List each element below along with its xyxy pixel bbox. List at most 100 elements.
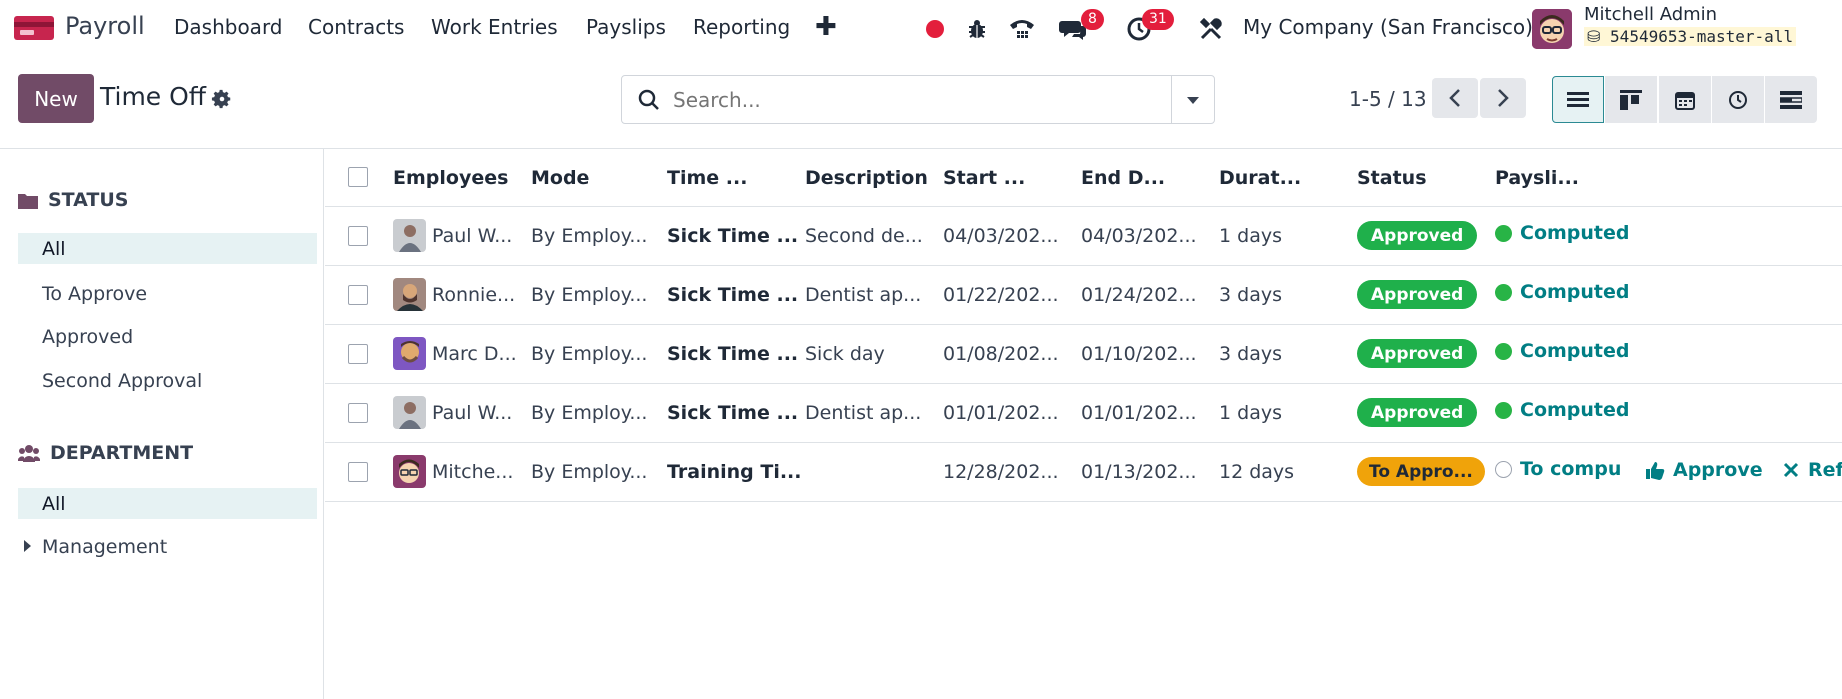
cell-time-off-type: Sick Time ... — [667, 343, 799, 365]
cell-duration: 1 days — [1219, 225, 1282, 247]
search-options-toggle[interactable] — [1171, 75, 1215, 124]
caret-down-icon — [1187, 96, 1199, 104]
messages-count-badge: 8 — [1081, 9, 1104, 30]
employee-avatar — [393, 219, 426, 252]
employee-avatar — [393, 278, 426, 311]
tools-icon[interactable] — [1197, 15, 1225, 43]
app-name[interactable]: Payroll — [65, 12, 145, 40]
table-row[interactable]: Marc D... By Employ... Sick Time ... Sic… — [325, 325, 1842, 384]
company-switcher[interactable]: My Company (San Francisco) — [1243, 15, 1533, 39]
row-checkbox[interactable] — [348, 403, 368, 423]
status-filter-approved[interactable]: Approved — [18, 321, 317, 352]
search-box[interactable] — [621, 75, 1172, 124]
table-row[interactable]: Ronnie... By Employ... Sick Time ... Den… — [325, 266, 1842, 325]
column-payslip[interactable]: Paysli... — [1495, 167, 1579, 189]
pager-next-button[interactable] — [1480, 78, 1526, 118]
employee-avatar — [393, 396, 426, 429]
thumbs-up-icon — [1646, 462, 1665, 480]
status-heading-label: STATUS — [48, 189, 129, 211]
cell-end-date: 01/10/202... — [1081, 343, 1197, 365]
department-heading-label: DEPARTMENT — [50, 442, 194, 464]
status-badge: To Appro... — [1357, 457, 1485, 486]
calendar-view-button[interactable] — [1659, 76, 1711, 123]
refuse-button[interactable]: Ref — [1783, 459, 1842, 481]
user-avatar[interactable] — [1532, 9, 1572, 49]
payslip-state: Computed — [1495, 340, 1630, 362]
row-checkbox[interactable] — [348, 226, 368, 246]
column-status[interactable]: Status — [1357, 167, 1427, 189]
status-badge: Approved — [1357, 280, 1478, 309]
cell-description: Second de... — [805, 225, 923, 247]
cell-employee: Paul W... — [432, 225, 513, 247]
column-duration[interactable]: Durat... — [1219, 167, 1301, 189]
search-input[interactable] — [673, 87, 1153, 112]
gantt-view-button[interactable] — [1765, 76, 1817, 123]
plus-icon[interactable]: ✚ — [815, 12, 837, 42]
cell-end-date: 01/13/202... — [1081, 461, 1197, 483]
table-row[interactable]: Mitche... By Employ... Training Ti... 12… — [325, 443, 1842, 502]
employee-avatar — [393, 337, 426, 370]
table-row[interactable]: Paul W... By Employ... Sick Time ... Sec… — [325, 207, 1842, 266]
chevron-left-icon — [1449, 89, 1460, 107]
status-badge: Approved — [1357, 221, 1478, 250]
payslip-label: To comput — [1520, 458, 1620, 480]
payslip-state: Computed — [1495, 281, 1630, 303]
cell-start-date: 01/01/202... — [943, 402, 1059, 424]
menu-work-entries[interactable]: Work Entries — [431, 15, 558, 39]
gantt-icon — [1780, 90, 1802, 109]
payslip-label: Computed — [1520, 222, 1630, 244]
column-employees[interactable]: Employees — [393, 167, 508, 189]
department-heading: DEPARTMENT — [18, 442, 193, 464]
phone-icon[interactable] — [1007, 15, 1037, 43]
menu-contracts[interactable]: Contracts — [308, 15, 404, 39]
status-dot-icon — [1495, 460, 1512, 478]
new-button[interactable]: New — [18, 74, 94, 123]
menu-payslips[interactable]: Payslips — [586, 15, 666, 39]
status-filter-to-approve[interactable]: To Approve — [18, 278, 317, 309]
bug-icon[interactable] — [965, 15, 989, 43]
activities-count-badge: 31 — [1142, 9, 1174, 30]
column-start-date[interactable]: Start ... — [943, 167, 1025, 189]
menu-dashboard[interactable]: Dashboard — [174, 15, 283, 39]
menu-reporting[interactable]: Reporting — [693, 15, 790, 39]
department-filter-management[interactable]: Management — [18, 531, 317, 562]
column-mode[interactable]: Mode — [531, 167, 589, 189]
payslip-state: Computed — [1495, 399, 1630, 421]
status-filter-all[interactable]: All — [18, 233, 317, 264]
cell-time-off-type: Sick Time ... — [667, 225, 799, 247]
list-view-button[interactable] — [1552, 76, 1604, 123]
column-end-date[interactable]: End D... — [1081, 167, 1165, 189]
pager-value[interactable]: 1-5 / 13 — [1349, 87, 1427, 111]
row-checkbox[interactable] — [348, 462, 368, 482]
pager-previous-button[interactable] — [1432, 78, 1478, 118]
table-row[interactable]: Paul W... By Employ... Sick Time ... Den… — [325, 384, 1842, 443]
cell-mode: By Employ... — [531, 225, 648, 247]
user-name[interactable]: Mitchell Admin — [1584, 4, 1717, 25]
row-checkbox[interactable] — [348, 344, 368, 364]
cell-end-date: 01/01/202... — [1081, 402, 1197, 424]
gear-icon[interactable] — [211, 88, 233, 110]
select-all-checkbox[interactable] — [348, 167, 368, 187]
database-label: 54549653-master-all — [1610, 27, 1794, 46]
folder-icon — [18, 193, 38, 209]
column-time-off-type[interactable]: Time ... — [667, 167, 747, 189]
calendar-icon — [1675, 91, 1695, 110]
payslip-label: Computed — [1520, 281, 1630, 303]
row-checkbox[interactable] — [348, 285, 368, 305]
status-filter-second-approval[interactable]: Second Approval — [18, 365, 317, 396]
cell-mode: By Employ... — [531, 402, 648, 424]
cell-end-date: 04/03/202... — [1081, 225, 1197, 247]
payroll-app-icon[interactable] — [14, 14, 54, 42]
page-title: Time Off — [100, 82, 207, 111]
activity-view-button[interactable] — [1712, 76, 1764, 123]
kanban-view-button[interactable] — [1605, 76, 1657, 123]
list-icon — [1567, 91, 1589, 107]
department-filter-all[interactable]: All — [18, 488, 317, 519]
search-icon — [638, 89, 659, 110]
record-icon[interactable] — [924, 15, 946, 43]
cell-description: Dentist ap... — [805, 402, 922, 424]
approve-button[interactable]: Approve — [1645, 459, 1763, 481]
cell-duration: 1 days — [1219, 402, 1282, 424]
column-description[interactable]: Description — [805, 167, 928, 189]
cell-employee: Ronnie... — [432, 284, 516, 306]
